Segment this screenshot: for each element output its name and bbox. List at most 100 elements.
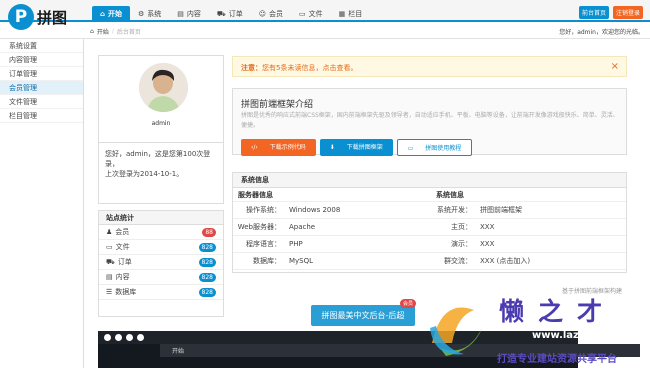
home-icon: ⌂	[100, 10, 106, 18]
nav-tab-columns[interactable]: ▦ 栏目	[331, 6, 371, 22]
watermark-url: www.lazhanzhe.com	[532, 330, 647, 341]
content-icon: ▤	[106, 273, 113, 281]
table-row: 数据库： MySQL 群交流： XXX (点击加入)	[233, 253, 626, 270]
sidebar-item-orders[interactable]: 订单管理	[0, 67, 83, 81]
profile-username: admin	[151, 120, 171, 127]
nav-tab-label: 会员	[269, 10, 284, 18]
stats-count-badge: 828	[198, 257, 216, 267]
download-icon: ⬇	[329, 144, 337, 151]
alert-message: 您有5条未读信息，点击查看。	[262, 64, 358, 72]
file-icon: ▭	[407, 145, 416, 152]
preview-dots	[104, 334, 144, 341]
sidebar-item-files[interactable]: 文件管理	[0, 95, 83, 109]
file-icon: ▭	[299, 10, 306, 18]
user-greeting: 您好，admin，欢迎您的光临。	[559, 29, 644, 36]
sysinfo-title: 系统信息	[233, 173, 626, 188]
sysinfo-key: 群交流：	[444, 257, 472, 265]
sidebar-item-system[interactable]: 系统设置	[0, 39, 83, 53]
nav-tab-content[interactable]: ▤ 内容	[169, 6, 209, 22]
stats-label: 会员	[115, 228, 130, 236]
sub-bar: ⌂ 开始 / 后台首页 您好，admin，欢迎您的光临。	[0, 24, 650, 39]
table-row: 操作系统： Windows 2008 系统开发： 拼图前端框架	[233, 202, 626, 219]
sysinfo-value: MySQL	[289, 257, 314, 265]
nav-tab-system[interactable]: ⚙ 系统	[130, 6, 169, 22]
intro-buttons: ‹/› 下载示例代码 ⬇ 下载拼图框架 ▭ 拼图使用教程	[241, 139, 473, 156]
alert-strong: 注意：	[241, 64, 262, 72]
group-join-link[interactable]: XXX (点击加入)	[472, 256, 530, 266]
intro-title: 拼图前端框架介绍	[241, 100, 314, 110]
profile-card: admin 您好，admin，这是您第100次登录， 上次登录为2014-10-…	[98, 55, 224, 204]
file-icon: ▭	[106, 243, 113, 251]
sysinfo-key: 演示：	[451, 240, 472, 248]
alert-text: 注意：您有5条未读信息，点击查看。	[241, 63, 357, 73]
sysinfo-value: 拼图前端框架	[480, 206, 522, 214]
nav-tab-files[interactable]: ▭ 文件	[291, 6, 331, 22]
sysinfo-key: 程序语言：	[246, 240, 281, 248]
file-icon: ▤	[177, 10, 184, 18]
home-icon: ⌂	[90, 28, 94, 35]
logo-text: 拼图	[37, 8, 68, 27]
sysinfo-key: 操作系统：	[246, 206, 281, 214]
sysinfo-key: 主页：	[451, 223, 472, 231]
download-framework-button[interactable]: ⬇ 下载拼图框架	[319, 139, 393, 156]
stats-row-members[interactable]: ♟ 会员 88	[99, 225, 223, 240]
code-icon: ‹/›	[251, 144, 260, 151]
sysinfo-col-left: 服务器信息	[238, 190, 273, 199]
sysinfo-value: XXX	[480, 223, 495, 231]
watermark-title: 懒之才	[499, 297, 617, 326]
logo-mark: P	[8, 4, 34, 30]
button-label: 拼图使用教程	[425, 145, 462, 152]
intro-description: 拼图是优秀的响应式前端CSS框架，国内前端框架先驱及领导者，自动适应手机、平板、…	[241, 112, 619, 129]
promo-button[interactable]: 拼图最美中文后台-后超	[311, 305, 415, 326]
nav-tab-label: 文件	[308, 10, 323, 18]
system-info-panel: 系统信息 服务器信息 系统信息 操作系统： Windows 2008 系统开发：…	[232, 172, 627, 273]
stats-label: 订单	[117, 258, 132, 266]
stats-label: 文件	[115, 243, 130, 251]
sysinfo-value: XXX	[480, 240, 495, 248]
sidebar-item-columns[interactable]: 栏目管理	[0, 109, 83, 123]
close-icon[interactable]: ×	[611, 61, 619, 72]
stats-row-files[interactable]: ▭ 文件 828	[99, 240, 223, 255]
frontend-home-button[interactable]: 前台首页	[578, 6, 609, 19]
cart-icon: ⛟	[216, 9, 226, 18]
avatar[interactable]	[139, 63, 188, 112]
sidebar-item-members[interactable]: 会员管理	[0, 81, 83, 95]
alert-banner[interactable]: 注意：您有5条未读信息，点击查看。 ×	[232, 56, 627, 77]
stats-row-orders[interactable]: ⛟ 订单 828	[99, 255, 223, 270]
button-label: 下载拼图框架	[346, 144, 383, 151]
sysinfo-key: 系统开发：	[437, 206, 472, 214]
nav-tab-orders[interactable]: ⛟ 订单	[209, 6, 251, 22]
stats-row-content[interactable]: ▤ 内容 828	[99, 270, 223, 285]
user-icon: ☺	[258, 10, 267, 18]
stats-label: 内容	[115, 273, 130, 281]
tutorial-button[interactable]: ▭ 拼图使用教程	[396, 139, 473, 156]
main-nav: ⌂ 开始 ⚙ 系统 ▤ 内容 ⛟ 订单 ☺ 会员 ▭ 文件 ▦ 栏目	[92, 6, 370, 22]
nav-tab-start[interactable]: ⌂ 开始	[92, 6, 131, 22]
sidebar-item-content[interactable]: 内容管理	[0, 53, 83, 67]
stats-count-badge: 828	[198, 287, 216, 297]
sysinfo-value: Apache	[289, 223, 316, 231]
watermark: 懒之才 www.lazhanzhe.com 打造专业建站资源共享平台	[412, 288, 650, 368]
grid-icon: ▦	[338, 10, 346, 18]
user-icon: ♟	[106, 228, 113, 236]
nav-tab-members[interactable]: ☺ 会员	[251, 6, 291, 22]
download-demo-button[interactable]: ‹/› 下载示例代码	[241, 139, 316, 156]
stats-count-badge: 828	[198, 242, 216, 252]
breadcrumb-home[interactable]: 开始	[97, 27, 109, 36]
site-stats-panel: 站点统计 ♟ 会员 88 ▭ 文件 828 ⛟ 订单 828 ▤ 内容 828 …	[98, 210, 224, 317]
welcome-line: 您好，admin，这是您第100次登录，	[105, 150, 211, 168]
stats-row-database[interactable]: ☰ 数据库 828	[99, 285, 223, 300]
sysinfo-key: 数据库：	[253, 257, 281, 265]
cart-icon: ⛟	[106, 257, 115, 266]
nav-tab-label: 订单	[228, 10, 243, 18]
logout-button[interactable]: 注销登录	[612, 6, 643, 19]
table-row: Web服务器： Apache 主页： XXX	[233, 219, 626, 236]
stats-label: 数据库	[115, 288, 137, 296]
table-row: 程序语言： PHP 演示： XXX	[233, 236, 626, 253]
sysinfo-key: Web服务器：	[237, 223, 281, 231]
top-buttons: 前台首页 注销登录	[578, 6, 643, 19]
profile-welcome: 您好，admin，这是您第100次登录， 上次登录为2014-10-1。	[99, 143, 223, 185]
logo[interactable]: P 拼图	[8, 4, 67, 30]
breadcrumb-separator: /	[111, 28, 114, 35]
button-label: 下载示例代码	[269, 144, 306, 151]
